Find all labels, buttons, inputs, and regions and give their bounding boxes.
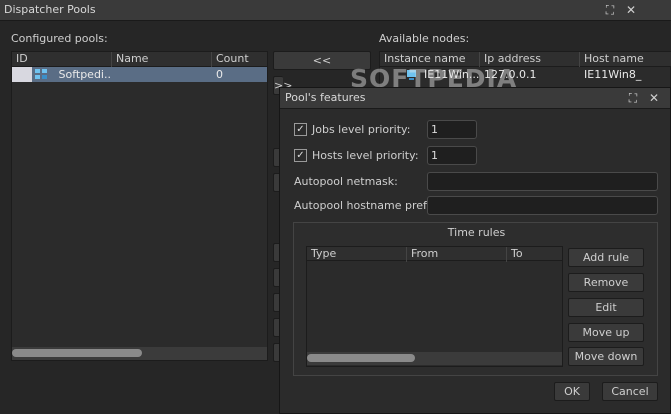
dialog-titlebar: Pool's features ⛶ ✕ bbox=[280, 88, 670, 109]
available-nodes-label: Available nodes: bbox=[379, 32, 470, 45]
close-icon[interactable]: ✕ bbox=[623, 2, 639, 18]
restore-icon[interactable]: ⛶ bbox=[602, 2, 618, 18]
node-host-cell: IE11Win8_ bbox=[584, 68, 642, 81]
hosts-priority-spinbox[interactable]: 1 bbox=[427, 146, 477, 165]
window-title: Dispatcher Pools bbox=[4, 3, 96, 16]
column-header-count[interactable]: Count bbox=[212, 52, 267, 67]
column-header-type[interactable]: Type bbox=[307, 247, 407, 262]
netmask-field[interactable] bbox=[427, 172, 658, 191]
configured-pools-header: ID Name Count bbox=[12, 52, 267, 67]
column-header-name[interactable]: Name bbox=[112, 52, 212, 67]
pool-count-cell: 0 bbox=[212, 67, 267, 82]
pool-name: Softpedi... bbox=[58, 68, 113, 81]
pools-horizontal-scrollbar[interactable] bbox=[12, 347, 267, 360]
dialog-close-icon[interactable]: ✕ bbox=[646, 90, 662, 106]
pool-name-cell: Softpedi... bbox=[32, 67, 112, 82]
jobs-priority-spinbox[interactable]: 1 bbox=[427, 120, 477, 139]
time-rules-table[interactable]: Type From To bbox=[306, 246, 563, 367]
remove-rule-button[interactable]: Remove bbox=[568, 273, 644, 292]
dialog-restore-icon[interactable]: ⛶ bbox=[625, 90, 641, 106]
column-header-from[interactable]: From bbox=[407, 247, 507, 262]
move-up-button[interactable]: Move up bbox=[568, 323, 644, 342]
edit-rule-button[interactable]: Edit bbox=[568, 298, 644, 317]
configured-pools-table[interactable]: ID Name Count Softpedi... 0 bbox=[11, 51, 268, 361]
time-rules-header: Type From To bbox=[307, 247, 562, 262]
time-rules-group: Time rules Type From To Add rule Remove … bbox=[293, 222, 658, 376]
jobs-priority-label: Jobs level priority: bbox=[312, 123, 411, 136]
pool-id-cell bbox=[12, 67, 32, 82]
pool-features-dialog: Pool's features ⛶ ✕ ✓ Jobs level priorit… bbox=[279, 87, 671, 414]
hosts-priority-checkbox[interactable]: ✓ bbox=[294, 149, 307, 162]
column-header-host[interactable]: Host name bbox=[580, 52, 671, 67]
column-header-to[interactable]: To bbox=[507, 247, 562, 262]
main-titlebar: Dispatcher Pools ⛶ ✕ bbox=[0, 0, 671, 21]
cancel-button[interactable]: Cancel bbox=[602, 382, 658, 401]
hostname-prefix-label: Autopool hostname prefix: bbox=[294, 199, 441, 212]
column-header-id[interactable]: ID bbox=[12, 52, 112, 67]
move-down-button[interactable]: Move down bbox=[568, 347, 644, 366]
pool-blank-cell bbox=[112, 67, 212, 82]
add-rule-button[interactable]: Add rule bbox=[568, 248, 644, 267]
pools-scroll-thumb[interactable] bbox=[12, 349, 142, 357]
time-rules-title: Time rules bbox=[447, 226, 506, 239]
pool-icon bbox=[35, 69, 47, 79]
jobs-priority-checkbox[interactable]: ✓ bbox=[294, 123, 307, 136]
hostname-prefix-field[interactable] bbox=[427, 196, 658, 215]
time-rules-scroll-thumb[interactable] bbox=[307, 354, 415, 362]
netmask-label: Autopool netmask: bbox=[294, 175, 398, 188]
hosts-priority-label: Hosts level priority: bbox=[312, 149, 419, 162]
dialog-title: Pool's features bbox=[285, 91, 366, 104]
ok-button[interactable]: OK bbox=[554, 382, 590, 401]
table-row[interactable]: Softpedi... 0 bbox=[12, 67, 267, 82]
configured-pools-label: Configured pools: bbox=[11, 32, 108, 45]
time-rules-horizontal-scrollbar[interactable] bbox=[307, 352, 562, 365]
